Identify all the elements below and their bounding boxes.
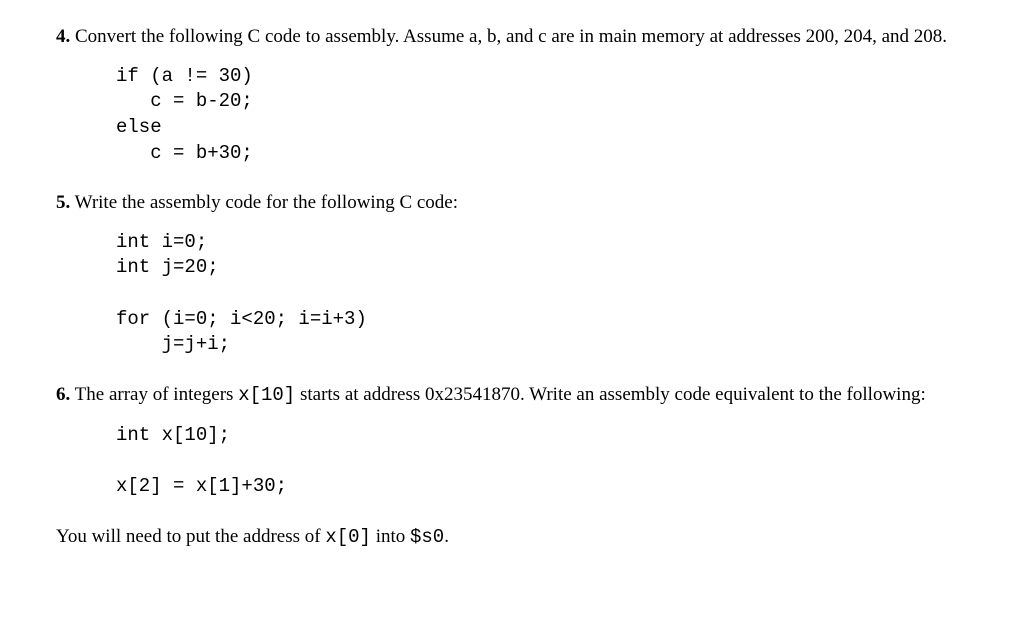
problem-5-number: 5. xyxy=(56,192,70,213)
problem-4-statement: 4. Convert the following C code to assem… xyxy=(56,24,968,50)
problem-6-inline-code-1: x[10] xyxy=(238,384,295,406)
problem-4-text: Convert the following C code to assembly… xyxy=(70,26,947,47)
problem-6-closing-text-3: . xyxy=(444,526,449,547)
problem-6-number: 6. xyxy=(56,384,70,405)
problem-6-closing-text-2: into xyxy=(371,526,410,547)
problem-6-closing-text-1: You will need to put the address of xyxy=(56,526,325,547)
problem-4-code: if (a != 30) c = b-20; else c = b+30; xyxy=(116,64,968,167)
problem-6-text-2: starts at address 0x23541870. Write an a… xyxy=(295,384,926,405)
problem-6-code: int x[10]; x[2] = x[1]+30; xyxy=(116,423,968,500)
problem-6-closing: You will need to put the address of x[0]… xyxy=(56,524,968,551)
problem-6-closing-code-2: $s0 xyxy=(410,526,444,548)
problem-5-statement: 5. Write the assembly code for the follo… xyxy=(56,190,968,216)
problem-6-statement: 6. The array of integers x[10] starts at… xyxy=(56,382,968,409)
problem-6-closing-code-1: x[0] xyxy=(325,526,371,548)
problem-4-number: 4. xyxy=(56,26,70,47)
problem-6-text-1: The array of integers xyxy=(70,384,238,405)
problem-5-text: Write the assembly code for the followin… xyxy=(70,192,458,213)
problem-5-code: int i=0; int j=20; for (i=0; i<20; i=i+3… xyxy=(116,230,968,358)
